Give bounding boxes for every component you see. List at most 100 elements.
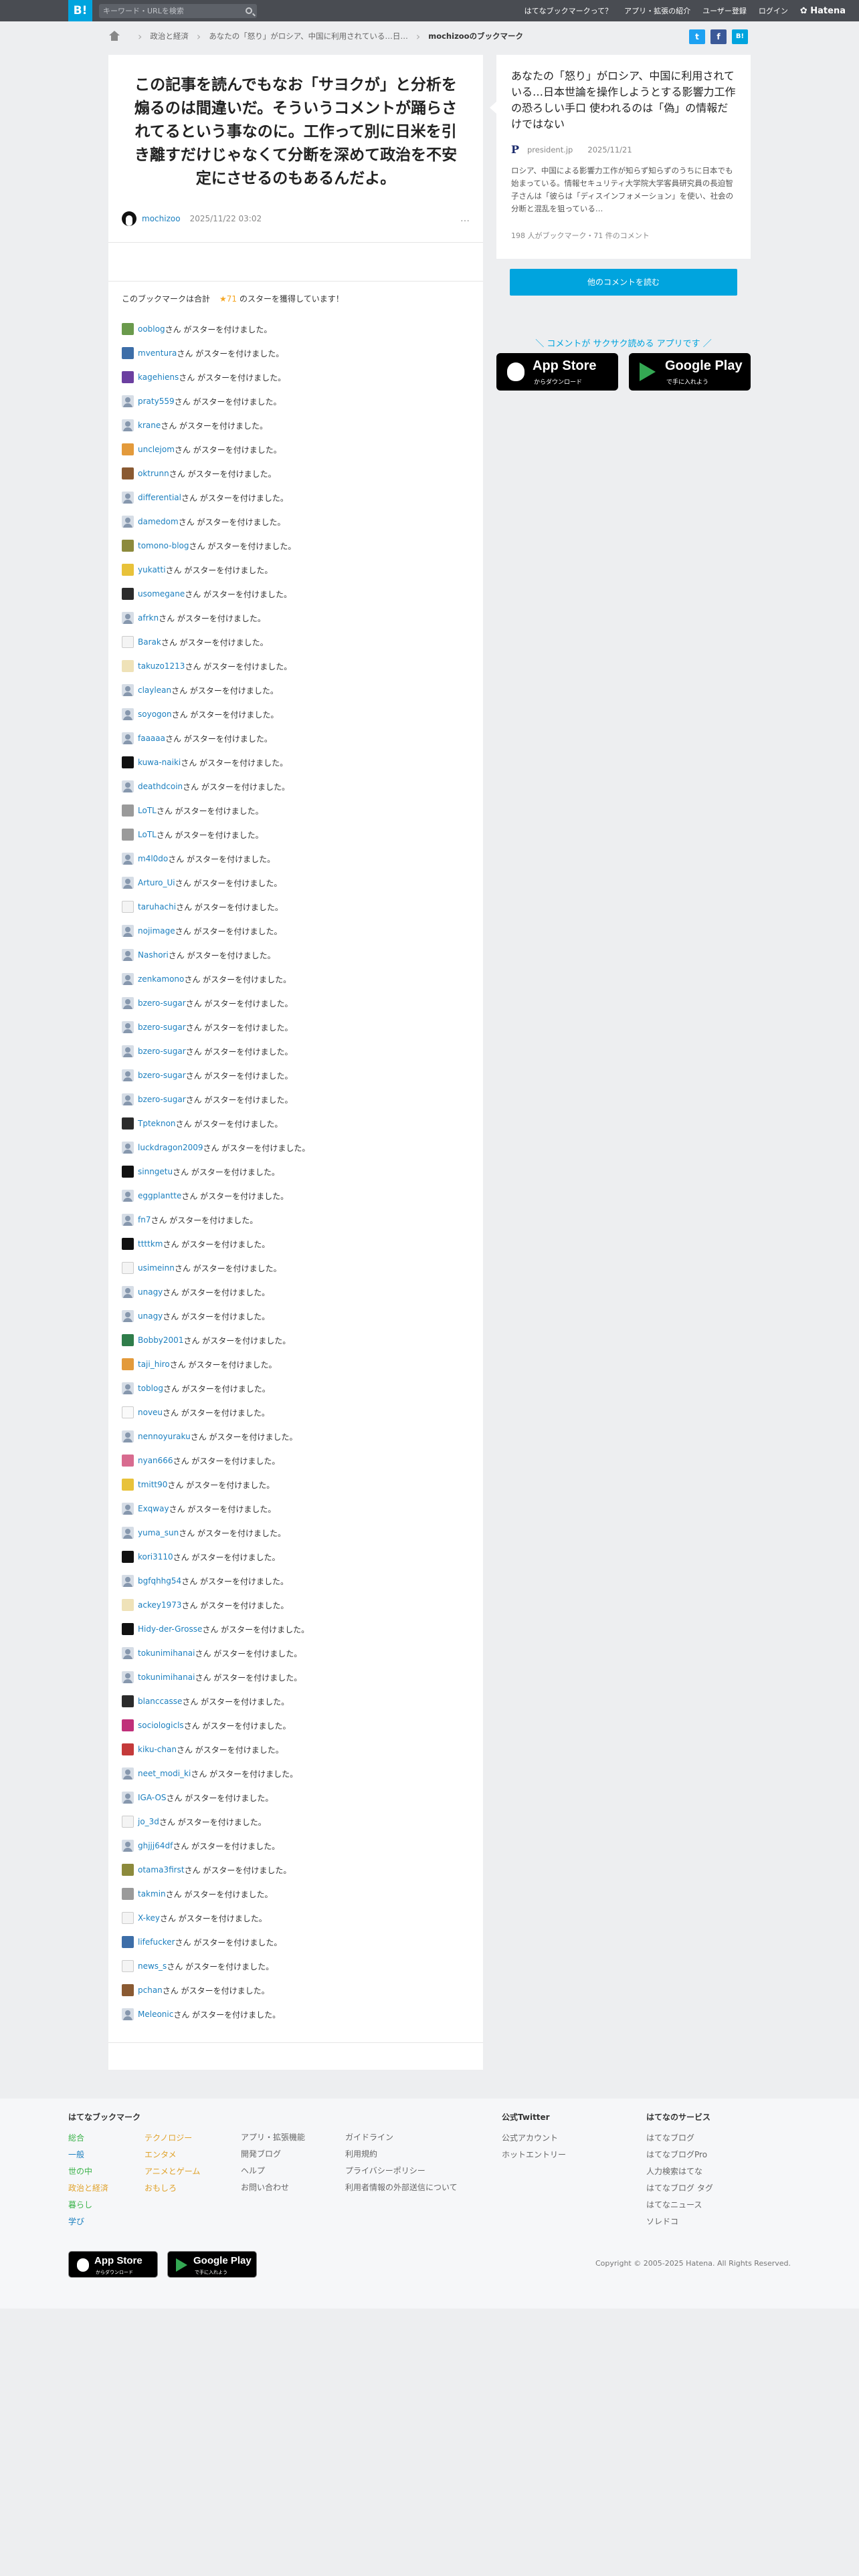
star-user-link[interactable]: tomono-blog (138, 541, 189, 550)
user-avatar-icon[interactable] (122, 1767, 134, 1780)
star-user-link[interactable]: LoTL (138, 830, 157, 839)
search-input[interactable]: キーワード・URLを検索 (99, 4, 257, 18)
star-user-link[interactable]: bgfqhhg54 (138, 1576, 181, 1586)
more-menu-icon[interactable]: … (460, 213, 470, 224)
footer-link[interactable]: 暮らし (68, 2197, 145, 2214)
user-avatar-icon[interactable] (122, 1334, 134, 1346)
footer-link[interactable]: はてなブログ (646, 2130, 713, 2147)
star-user-link[interactable]: fn7 (138, 1215, 151, 1224)
star-user-link[interactable]: bzero-sugar (138, 1023, 186, 1032)
user-avatar-icon[interactable] (122, 1190, 134, 1202)
star-user-link[interactable]: jo_3d (138, 1817, 159, 1826)
user-avatar-icon[interactable] (122, 756, 134, 768)
user-avatar-icon[interactable] (122, 1695, 134, 1707)
user-avatar-icon[interactable] (122, 1671, 134, 1683)
user-avatar-icon[interactable] (122, 1069, 134, 1081)
user-avatar-icon[interactable] (122, 1912, 134, 1924)
footer-link[interactable]: エンタメ (145, 2147, 231, 2163)
user-avatar-icon[interactable] (122, 925, 134, 937)
footer-link[interactable]: 開発ブログ (241, 2146, 305, 2163)
star-user-link[interactable]: nennoyuraku (138, 1432, 191, 1441)
user-avatar-icon[interactable] (122, 1984, 134, 1996)
star-user-link[interactable]: unclejom (138, 445, 175, 454)
footer-link[interactable]: ガイドライン (345, 2129, 458, 2146)
user-avatar-icon[interactable] (122, 419, 134, 431)
user-avatar-icon[interactable] (122, 1816, 134, 1828)
star-user-link[interactable]: unagy (138, 1311, 163, 1321)
user-avatar-icon[interactable] (122, 708, 134, 720)
user-avatar-icon[interactable] (122, 1430, 134, 1442)
star-user-link[interactable]: Barak (138, 637, 161, 647)
user-avatar-icon[interactable] (122, 323, 134, 335)
star-user-link[interactable]: yukatti (138, 565, 166, 574)
star-user-link[interactable]: eggplantte (138, 1191, 181, 1200)
star-user-link[interactable]: X-key (138, 1913, 160, 1923)
breadcrumb-entry[interactable]: あなたの「怒り」がロシア、中国に利用されている…日… (209, 31, 408, 41)
footer-link[interactable]: アプリ・拡張機能 (241, 2129, 305, 2146)
footer-link[interactable]: 人力検索はてな (646, 2163, 713, 2180)
nav-register[interactable]: ユーザー登録 (702, 5, 747, 16)
user-avatar-icon[interactable] (122, 1575, 134, 1587)
star-user-link[interactable]: afrkn (138, 613, 159, 623)
avatar[interactable] (122, 211, 136, 226)
star-user-link[interactable]: Tpteknon (138, 1119, 176, 1128)
twitter-share-icon[interactable]: t (689, 29, 705, 44)
star-user-link[interactable]: oktrunn (138, 469, 169, 478)
star-user-link[interactable]: Nashori (138, 950, 169, 960)
star-user-link[interactable]: claylean (138, 685, 171, 695)
user-avatar-icon[interactable] (122, 347, 134, 359)
user-avatar-icon[interactable] (122, 564, 134, 576)
star-user-link[interactable]: Arturo_Ui (138, 878, 175, 887)
nav-about[interactable]: はてなブックマークって？ (524, 5, 612, 16)
user-avatar-icon[interactable] (122, 1358, 134, 1370)
user-avatar-icon[interactable] (122, 1406, 134, 1418)
star-user-link[interactable]: nyan666 (138, 1456, 173, 1465)
user-avatar-icon[interactable] (122, 492, 134, 504)
star-user-link[interactable]: unagy (138, 1287, 163, 1297)
star-user-link[interactable]: tokunimihanai (138, 1648, 195, 1658)
star-user-link[interactable]: otama3first (138, 1865, 185, 1874)
user-avatar-icon[interactable] (122, 1623, 134, 1635)
star-user-link[interactable]: faaaaa (138, 734, 165, 743)
star-user-link[interactable]: bzero-sugar (138, 998, 186, 1008)
star-user-link[interactable]: tmitt90 (138, 1480, 167, 1489)
nav-login[interactable]: ログイン (759, 5, 788, 16)
user-avatar-icon[interactable] (122, 1262, 134, 1274)
star-user-link[interactable]: sinngetu (138, 1167, 173, 1176)
star-user-link[interactable]: nojimage (138, 926, 175, 936)
footer-link[interactable]: ソレドコ (646, 2214, 713, 2230)
read-other-comments-button[interactable]: 他のコメントを読む (510, 269, 737, 296)
footer-link[interactable]: お問い合わせ (241, 2179, 305, 2196)
star-user-link[interactable]: pchan (138, 1985, 163, 1995)
user-avatar-icon[interactable] (122, 443, 134, 455)
user-avatar-icon[interactable] (122, 973, 134, 985)
user-avatar-icon[interactable] (122, 1719, 134, 1731)
footer-link[interactable]: 学び (68, 2214, 145, 2230)
user-avatar-icon[interactable] (122, 612, 134, 624)
home-icon[interactable] (108, 31, 120, 41)
footer-link[interactable]: プライバシーポリシー (345, 2163, 458, 2179)
user-avatar-icon[interactable] (122, 853, 134, 865)
footer-link[interactable]: おもしろ (145, 2180, 231, 2197)
user-avatar-icon[interactable] (122, 1117, 134, 1130)
hatena-share-icon[interactable]: B! (732, 29, 748, 44)
user-avatar-icon[interactable] (122, 371, 134, 383)
star-user-link[interactable]: damedom (138, 517, 179, 526)
user-avatar-icon[interactable] (122, 901, 134, 913)
star-user-link[interactable]: takuzo1213 (138, 661, 185, 671)
footer-link[interactable]: アニメとゲーム (145, 2163, 231, 2180)
star-user-link[interactable]: neet_modi_ki (138, 1769, 191, 1778)
user-avatar-icon[interactable] (122, 395, 134, 407)
star-user-link[interactable]: bzero-sugar (138, 1071, 186, 1080)
star-user-link[interactable]: krane (138, 421, 161, 430)
footer-link[interactable]: ヘルプ (241, 2163, 305, 2179)
star-user-link[interactable]: lifefucker (138, 1937, 175, 1947)
user-avatar-icon[interactable] (122, 732, 134, 744)
user-avatar-icon[interactable] (122, 1527, 134, 1539)
user-avatar-icon[interactable] (122, 1166, 134, 1178)
footer-link[interactable]: 一般 (68, 2147, 145, 2163)
app-store-badge[interactable]: App Store からダウンロード (496, 353, 618, 391)
star-user-link[interactable]: luckdragon2009 (138, 1143, 203, 1152)
user-avatar-icon[interactable] (122, 2008, 134, 2020)
star-user-link[interactable]: sociologicls (138, 1721, 184, 1730)
